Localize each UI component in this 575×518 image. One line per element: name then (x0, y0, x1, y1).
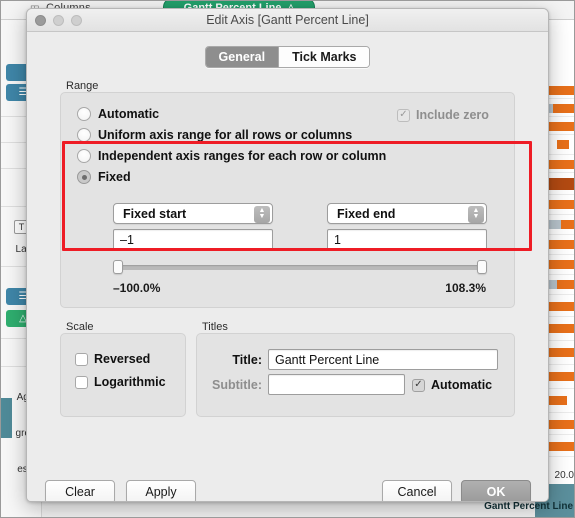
chevron-updown-icon[interactable]: ▲ ▼ (468, 205, 484, 223)
scale-group-label: Scale (66, 321, 94, 333)
dialog-body: General Tick Marks Range Automatic ✓ Inc… (27, 32, 548, 501)
tab-general[interactable]: General (205, 47, 279, 67)
radio-automatic[interactable]: Automatic (77, 107, 159, 121)
ok-button[interactable]: OK (461, 480, 531, 501)
range-group-label: Range (66, 80, 99, 92)
reversed-check-icon (75, 352, 88, 366)
radio-fixed-indicator (77, 170, 91, 184)
window-controls (35, 15, 82, 26)
checkbox-logarithmic[interactable]: Logarithmic (75, 375, 166, 389)
background-teal-accent (0, 398, 12, 438)
range-slider-min-handle[interactable] (113, 260, 123, 274)
automatic-check-icon: ✓ (412, 378, 425, 392)
fixed-end-input[interactable]: 1 (327, 229, 487, 250)
tab-tick-marks[interactable]: Tick Marks (278, 47, 370, 67)
gantt-bar (561, 220, 575, 229)
axis-tick-label: 20.0 (554, 470, 574, 481)
radio-independent-range-indicator (77, 149, 91, 163)
gantt-bar (557, 140, 569, 149)
tab-bar: General Tick Marks (204, 46, 371, 68)
radio-fixed[interactable]: Fixed (77, 170, 131, 184)
apply-button[interactable]: Apply (126, 480, 196, 501)
titles-group-label: Titles (202, 321, 228, 333)
close-button[interactable] (35, 15, 46, 26)
checkbox-reversed[interactable]: Reversed (75, 352, 150, 366)
gantt-bar (557, 280, 575, 289)
include-zero-label: Include zero (416, 108, 489, 122)
checkbox-include-zero[interactable]: ✓ Include zero (397, 108, 489, 122)
chevron-updown-icon[interactable]: ▲ ▼ (254, 205, 270, 223)
radio-independent-range[interactable]: Independent axis ranges for each row or … (77, 149, 386, 163)
reversed-label: Reversed (94, 352, 151, 366)
range-min-readout: –100.0% (113, 281, 161, 295)
fixed-start-select-value: Fixed start (123, 206, 187, 221)
automatic-label: Automatic (431, 378, 493, 392)
fixed-start-select[interactable]: Fixed start ▲ ▼ (113, 203, 273, 224)
radio-uniform-range-label: Uniform axis range for all rows or colum… (98, 128, 353, 142)
radio-uniform-range[interactable]: Uniform axis range for all rows or colum… (77, 128, 352, 142)
zoom-button[interactable] (71, 15, 82, 26)
range-max-readout: 108.3% (445, 281, 486, 295)
title-input[interactable]: Gantt Percent Line (268, 349, 498, 370)
radio-automatic-label: Automatic (98, 107, 160, 121)
radio-independent-range-label: Independent axis ranges for each row or … (98, 149, 387, 163)
dialog-title: Edit Axis [Gantt Percent Line] (206, 13, 369, 27)
gantt-bar (553, 104, 575, 113)
range-slider-max-handle[interactable] (477, 260, 487, 274)
subtitle-input[interactable] (268, 374, 405, 395)
logarithmic-check-icon (75, 375, 88, 389)
logarithmic-label: Logarithmic (94, 375, 166, 389)
minimize-button[interactable] (53, 15, 64, 26)
range-slider[interactable] (113, 260, 487, 274)
radio-automatic-indicator (77, 107, 91, 121)
include-zero-check-icon: ✓ (397, 108, 410, 122)
radio-fixed-label: Fixed (98, 170, 131, 184)
clear-button[interactable]: Clear (45, 480, 115, 501)
radio-uniform-range-indicator (77, 128, 91, 142)
subtitle-field-label: Subtitle: (212, 378, 262, 392)
dialog-titlebar[interactable]: Edit Axis [Gantt Percent Line] (27, 9, 548, 32)
axis-title: Gantt Percent Line (484, 501, 573, 512)
cancel-button[interactable]: Cancel (382, 480, 452, 501)
fixed-end-select-value: Fixed end (337, 206, 396, 221)
checkbox-automatic-subtitle[interactable]: ✓ Automatic (412, 378, 492, 392)
title-field-label: Title: (232, 353, 262, 367)
edit-axis-dialog: Edit Axis [Gantt Percent Line] General T… (26, 8, 549, 502)
range-group-box (60, 92, 515, 308)
fixed-start-input[interactable]: –1 (113, 229, 273, 250)
fixed-end-select[interactable]: Fixed end ▲ ▼ (327, 203, 487, 224)
range-slider-track[interactable] (113, 265, 487, 270)
